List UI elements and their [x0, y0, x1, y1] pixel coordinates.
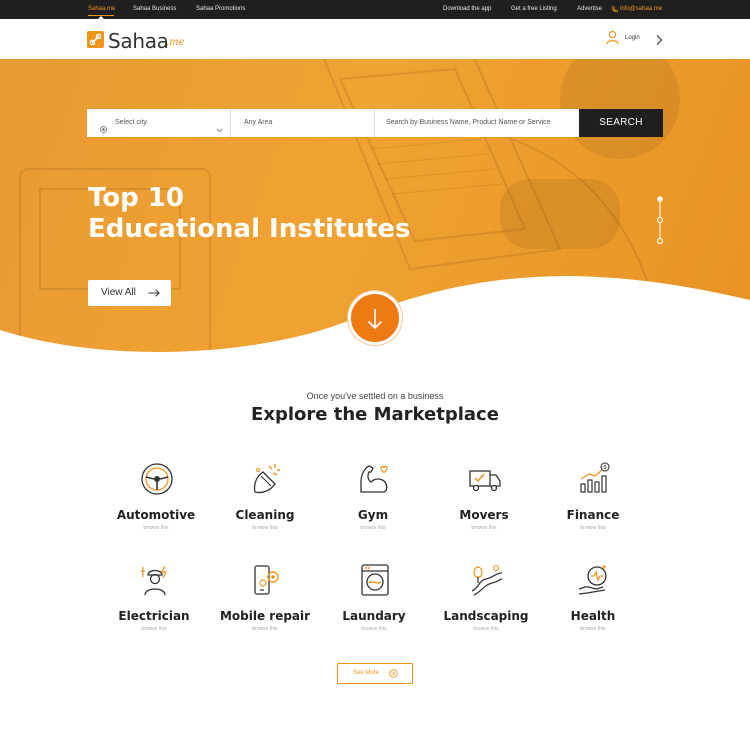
- svg-text:$: $: [603, 464, 607, 471]
- login-link[interactable]: Login: [625, 35, 640, 41]
- city-select-label: Select city: [115, 119, 147, 126]
- email-link[interactable]: info@sahaa.me: [620, 0, 662, 19]
- moving-truck-icon: [469, 470, 501, 492]
- circle-arrow-right-icon: [389, 669, 398, 678]
- top-bar: Sahaa.me Sahaa Business Sahaa Promotions…: [0, 0, 750, 19]
- user-icon[interactable]: [606, 30, 619, 50]
- scroll-down-button[interactable]: [348, 291, 402, 345]
- finance-chart-icon: $: [580, 462, 610, 493]
- search-input-placeholder: Search by Business Name, Product Name or…: [386, 119, 551, 126]
- tab-sahaa-promotions[interactable]: Sahaa Promotions: [196, 0, 245, 19]
- free-listing-link[interactable]: Get a free Listing: [511, 0, 557, 19]
- health-hand-icon: [578, 565, 607, 595]
- area-input[interactable]: Any Area: [232, 109, 375, 137]
- muscle-arm-icon: [360, 465, 388, 493]
- search-bar: Select city Any Area Search by Business …: [87, 109, 663, 137]
- chevron-down-icon: [216, 120, 223, 138]
- slide-dot-2[interactable]: [656, 216, 664, 224]
- cleaning-spray-icon: [253, 464, 280, 494]
- chevron-right-icon[interactable]: [655, 33, 663, 51]
- tab-sahaa-business[interactable]: Sahaa Business: [133, 0, 176, 19]
- electrician-icon: [141, 565, 168, 596]
- arrow-down-icon: [367, 309, 383, 330]
- location-pin-icon: [100, 120, 107, 138]
- slider-dots[interactable]: [656, 196, 664, 246]
- logo-icon[interactable]: [87, 31, 104, 48]
- slide-dot-3[interactable]: [656, 237, 664, 245]
- section-title: Explore the Marketplace: [251, 404, 499, 425]
- mobile-repair-icon: [254, 565, 279, 595]
- phone-icon: [611, 0, 618, 19]
- site-header: Sahaa .me Login: [0, 19, 750, 59]
- see-more-label: See More: [353, 670, 380, 676]
- logo-text[interactable]: Sahaa: [108, 29, 169, 53]
- see-more-button[interactable]: See More: [337, 663, 413, 684]
- download-app-link[interactable]: Download the app: [443, 0, 491, 19]
- search-button[interactable]: SEARCH: [579, 109, 663, 137]
- landscaping-icon: [471, 564, 503, 596]
- steering-wheel-icon: [141, 463, 173, 495]
- logo-suffix: .me: [166, 37, 185, 48]
- hero-title: Top 10 Educational Institutes: [88, 183, 411, 244]
- area-input-placeholder: Any Area: [244, 119, 273, 126]
- slide-dot-1[interactable]: [657, 196, 663, 202]
- city-select[interactable]: Select city: [87, 109, 231, 137]
- advertise-link[interactable]: Advertise: [577, 0, 602, 19]
- section-subtitle: Once you've settled on a business: [306, 391, 444, 401]
- search-input[interactable]: Search by Business Name, Product Name or…: [376, 109, 580, 137]
- washing-machine-icon: [361, 564, 389, 596]
